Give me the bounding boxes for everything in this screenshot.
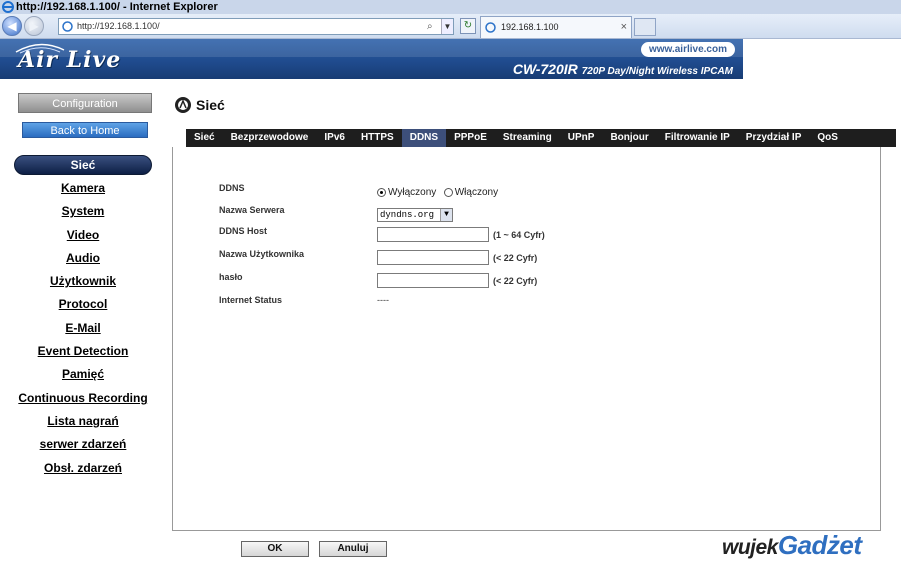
sidebar-item-uzytkownik[interactable]: Użytkownik [0,272,166,295]
model-description: 720P Day/Night Wireless IPCAM [581,66,733,77]
ddns-toggle: Wyłączony Włączony [377,184,501,202]
watermark-part1: wujek [722,536,778,559]
page-icon [62,21,73,32]
user-field-wrap: (< 22 Cyfr) [377,249,537,267]
model-code: CW-720IR [512,61,578,77]
settings-tabs: Sieć Bezprzewodowe IPv6 HTTPS DDNS PPPoE… [186,129,896,147]
tab-upnp[interactable]: UPnP [560,129,603,147]
model-name: CW-720IR 720P Day/Night Wireless IPCAM [513,61,733,77]
tab-bezprzewodowe[interactable]: Bezprzewodowe [223,129,317,147]
sidebar-item-obsl-zdarzen[interactable]: Obsł. zdarzeń [0,459,166,482]
address-bar[interactable]: http://192.168.1.100/ ⌕ ▼ [58,18,454,35]
sidebar-item-protocol[interactable]: Protocol [0,295,166,318]
tab-page-icon [485,22,496,33]
tab-https[interactable]: HTTPS [353,129,402,147]
chevron-down-icon: ▼ [440,209,452,221]
refresh-icon[interactable]: ↻ [460,18,476,34]
browser-tab[interactable]: 192.168.1.100 × [480,16,632,38]
sidebar-item-audio[interactable]: Audio [0,249,166,272]
address-dropdown-icon[interactable]: ▼ [441,19,453,34]
back-arrow-icon[interactable]: ◀ [2,16,22,36]
tab-pppoe[interactable]: PPPoE [446,129,495,147]
ddns-label: DDNS [219,183,245,193]
password-hint: (< 22 Cyfr) [493,275,538,286]
new-tab-button[interactable] [634,18,656,36]
close-tab-icon[interactable]: × [621,17,627,37]
window-title: http://192.168.1.100/ - Internet Explore… [16,1,218,13]
sidebar-item-siec[interactable]: Sieć [14,155,152,175]
window-titlebar: http://192.168.1.100/ - Internet Explore… [0,0,901,14]
sidebar-item-video[interactable]: Video [0,226,166,249]
ddns-on-label: Włączony [454,187,499,199]
user-hint: (< 22 Cyfr) [493,252,538,263]
status-value: ---- [377,295,389,305]
ddns-panel: DDNS Wyłączony Włączony Nazwa Serwera dy… [172,147,881,531]
banner: Air Live www.airlive.com CW-720IR 720P Da… [0,39,743,79]
forward-arrow-icon[interactable]: ▶ [24,16,44,36]
server-select-wrap: dyndns.org ▼ [377,204,453,222]
user-label: Nazwa Użytkownika [219,249,305,259]
server-select[interactable]: dyndns.org ▼ [377,208,453,222]
network-icon [175,97,191,113]
logo-swoosh-icon [15,43,65,54]
sidebar-item-lista-nagran[interactable]: Lista nagrań [0,412,166,435]
sidebar-item-email[interactable]: E-Mail [0,319,166,342]
ddns-host-input[interactable] [377,227,489,243]
tab-streaming[interactable]: Streaming [495,129,560,147]
search-icon[interactable]: ⌕ [427,19,439,34]
status-label: Internet Status [219,295,283,305]
brand-logo: Air Live [18,47,122,73]
browser-toolbar: ◀ ▶ http://192.168.1.100/ ⌕ ▼ ↻ 192.168.… [0,14,901,39]
host-hint: (1 ~ 64 Cyfr) [493,229,545,240]
server-label: Nazwa Serwera [219,205,285,215]
tab-siec[interactable]: Sieć [186,129,223,147]
cancel-button[interactable]: Anuluj [319,541,387,557]
sidebar-item-event-detection[interactable]: Event Detection [0,342,166,365]
page-title: Sieć [174,96,225,114]
ddns-off-label: Wyłączony [388,187,437,199]
tab-ipv6[interactable]: IPv6 [316,129,353,147]
tab-bonjour[interactable]: Bonjour [602,129,656,147]
back-to-home-button[interactable]: Back to Home [22,122,148,138]
ddns-on-radio[interactable] [443,188,453,198]
tab-ddns[interactable]: DDNS [401,129,447,147]
password-input[interactable] [377,273,489,289]
password-field-wrap: (< 22 Cyfr) [377,272,537,290]
username-input[interactable] [377,250,489,266]
host-field-wrap: (1 ~ 64 Cyfr) [377,226,545,244]
sidebar-item-kamera[interactable]: Kamera [0,179,166,202]
tab-qos[interactable]: QoS [809,129,846,147]
server-selected-value: dyndns.org [380,210,435,220]
tab-przydzial-ip[interactable]: Przydział IP [738,129,810,147]
tab-filtrowanie-ip[interactable]: Filtrowanie IP [657,129,738,147]
watermark-part2: Gadżet [777,530,862,560]
address-text: http://192.168.1.100/ [77,21,160,31]
password-label: hasło [219,272,243,282]
sidebar-item-system[interactable]: System [0,202,166,225]
tab-title: 192.168.1.100 [501,22,559,32]
configuration-button[interactable]: Configuration [18,93,152,113]
ok-button[interactable]: OK [241,541,309,557]
watermark-logo: wujekGadżet [722,530,862,561]
sidebar-item-continuous-recording[interactable]: Continuous Recording [0,389,166,412]
sidebar-menu: Kamera System Video Audio Użytkownik Pro… [0,179,166,482]
sidebar-item-serwer-zdarzen[interactable]: serwer zdarzeń [0,435,166,458]
internet-explorer-icon [2,1,14,13]
site-link[interactable]: www.airlive.com [641,42,735,57]
page-title-text: Sieć [196,97,225,113]
sidebar-item-pamiec[interactable]: Pamięć [0,365,166,388]
host-label: DDNS Host [219,226,268,236]
ddns-off-radio[interactable] [377,188,386,198]
